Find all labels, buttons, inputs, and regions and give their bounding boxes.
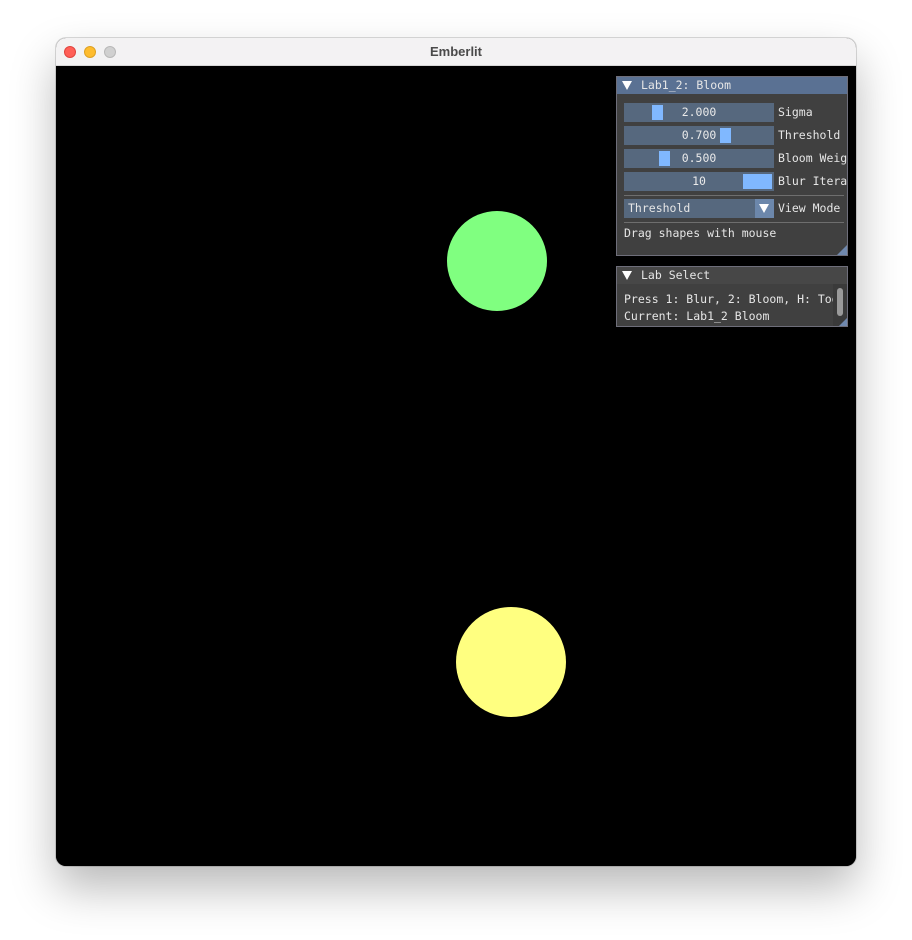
bloom-panel-header[interactable]: Lab1_2: Bloom	[617, 77, 847, 94]
bloom-panel-title: Lab1_2: Bloom	[641, 78, 732, 92]
blur-iterations-label: Blur Iterations	[778, 174, 848, 188]
resize-grip-icon[interactable]	[839, 318, 847, 326]
bloom-weight-row: 0.500 Bloom Weight	[624, 149, 848, 168]
collapse-arrow-icon[interactable]	[622, 271, 632, 280]
drag-hint-text: Drag shapes with mouse	[624, 226, 777, 240]
bloom-weight-label: Bloom Weight	[778, 151, 848, 165]
lab-select-title: Lab Select	[641, 268, 711, 282]
current-lab-text: Current: Lab1_2 Bloom	[624, 309, 770, 323]
lab-select-header[interactable]: Lab Select	[617, 267, 847, 284]
yellow-circle-shape[interactable]	[456, 607, 566, 717]
sigma-row: 2.000 Sigma	[624, 103, 847, 122]
render-viewport[interactable]: Lab1_2: Bloom 2.000 Sigma 0.700 Threshol…	[56, 66, 856, 866]
view-mode-dropdown-button[interactable]	[755, 199, 774, 218]
title-bar[interactable]: Emberlit	[56, 38, 856, 66]
chevron-down-icon	[759, 204, 769, 213]
lab-select-panel: Lab Select Press 1: Blur, 2: Bloom, H: T…	[616, 266, 848, 327]
separator	[624, 222, 844, 223]
threshold-slider[interactable]: 0.700	[624, 126, 774, 145]
bloom-weight-slider[interactable]: 0.500	[624, 149, 774, 168]
resize-grip-icon[interactable]	[837, 245, 847, 255]
scrollbar-thumb[interactable]	[837, 288, 843, 316]
view-mode-row: Threshold View Mode	[624, 199, 847, 218]
green-circle-shape[interactable]	[447, 211, 547, 311]
threshold-row: 0.700 Threshold	[624, 126, 847, 145]
sigma-slider[interactable]: 2.000	[624, 103, 774, 122]
view-mode-label: View Mode	[778, 201, 841, 215]
lab-instructions-text: Press 1: Blur, 2: Bloom, H: Toggle	[624, 292, 848, 306]
threshold-value: 0.700	[681, 128, 717, 142]
threshold-label: Threshold	[778, 128, 841, 142]
app-window: Emberlit Lab1_2: Bloom 2.000 Sigma 0.700	[56, 38, 856, 866]
sigma-label: Sigma	[778, 105, 813, 119]
blur-iterations-row: 10 Blur Iterations	[624, 172, 848, 191]
sigma-value: 2.000	[681, 105, 717, 119]
view-mode-combo[interactable]: Threshold	[624, 199, 774, 218]
window-title: Emberlit	[429, 44, 482, 59]
blur-iterations-slider[interactable]: 10	[624, 172, 774, 191]
separator	[624, 195, 844, 196]
bloom-panel: Lab1_2: Bloom 2.000 Sigma 0.700 Threshol…	[616, 76, 848, 256]
bloom-weight-value: 0.500	[681, 151, 717, 165]
blur-iterations-value: 10	[692, 174, 706, 188]
view-mode-selected: Threshold	[628, 201, 691, 215]
collapse-arrow-icon[interactable]	[622, 81, 632, 90]
